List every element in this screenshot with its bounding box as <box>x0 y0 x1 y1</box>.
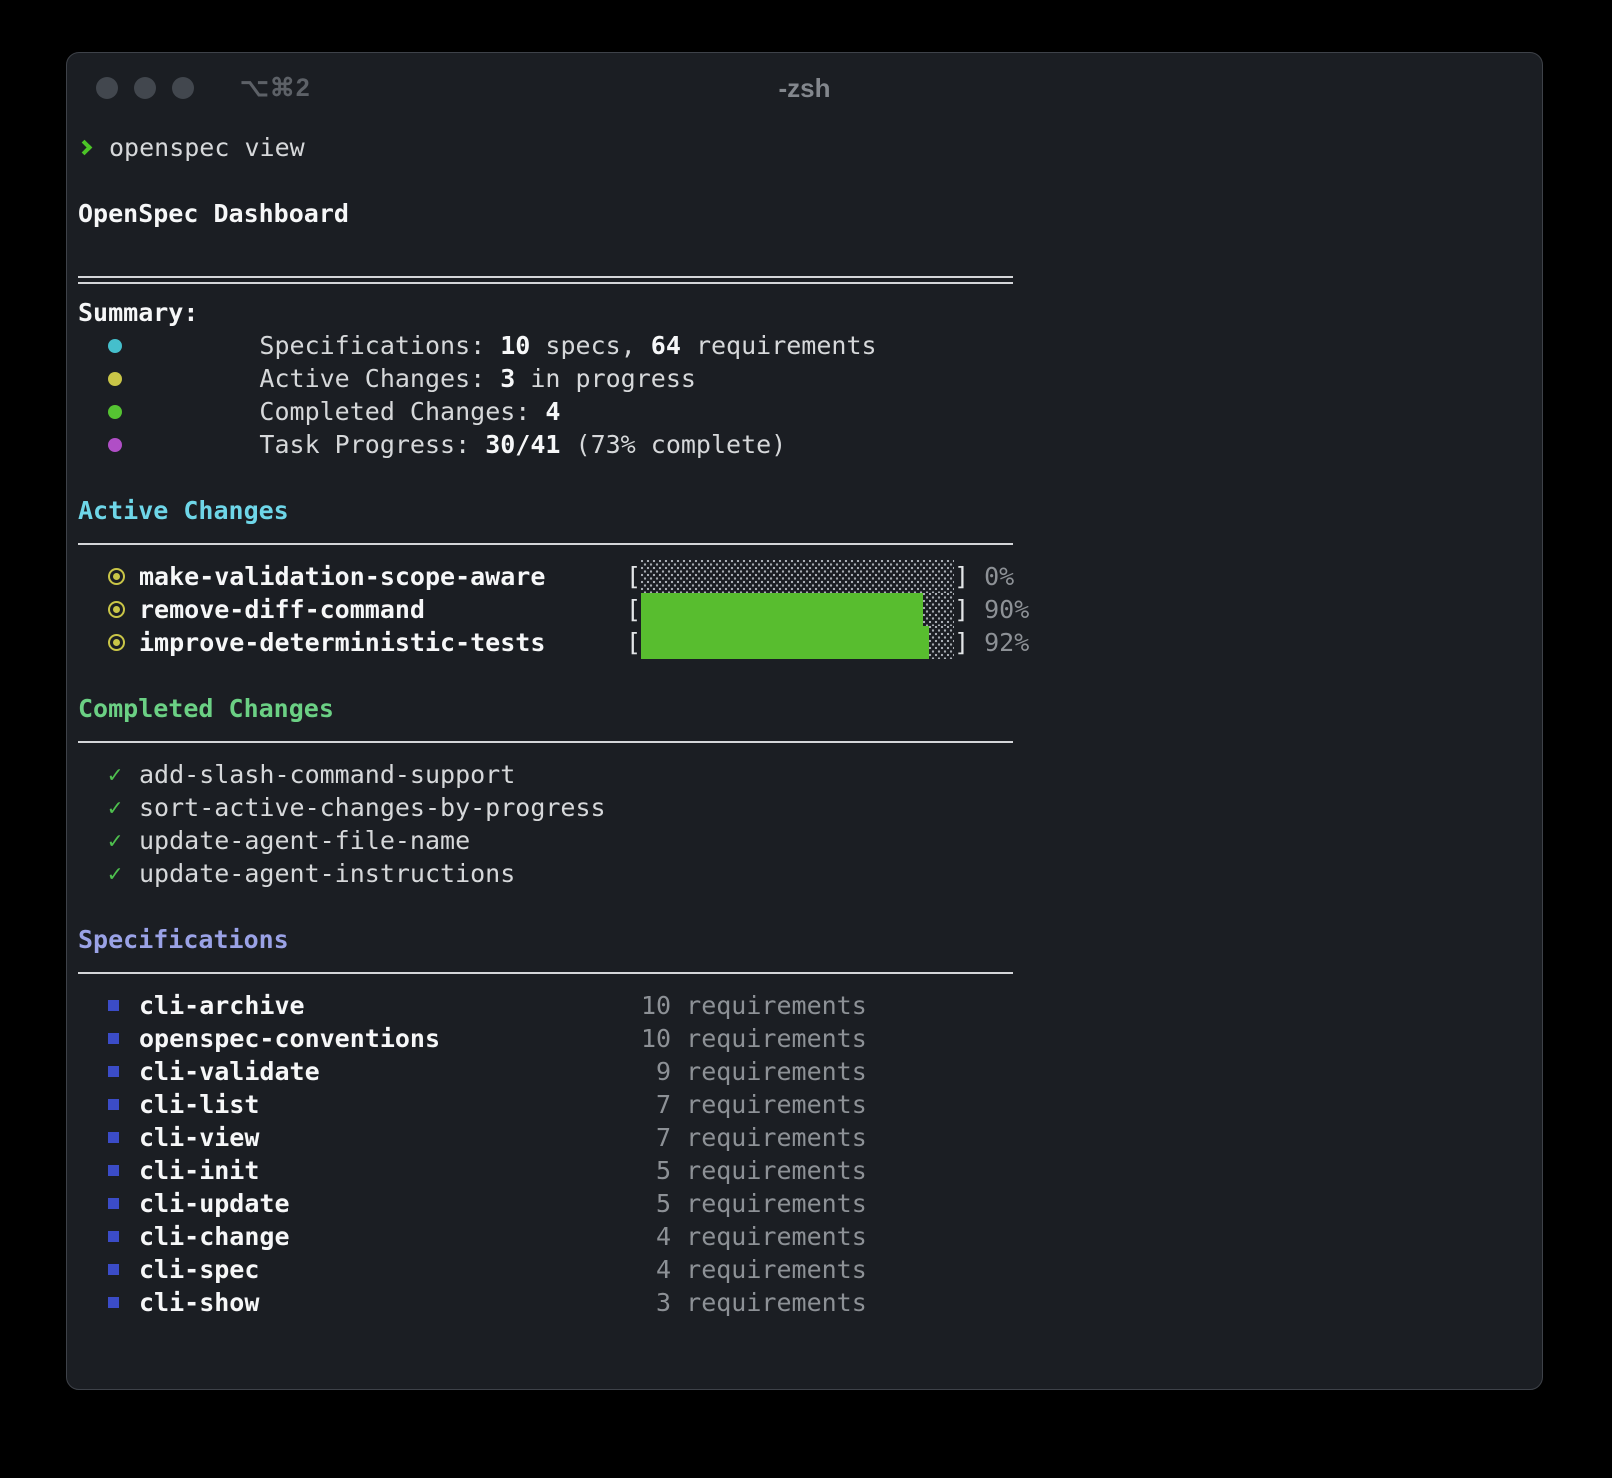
progress-percent: 90% <box>969 595 1029 624</box>
spec-requirement-count: 4 requirements <box>641 1255 867 1284</box>
green-circle-icon <box>108 405 122 419</box>
spec-requirement-count: 3 requirements <box>641 1288 867 1317</box>
section-divider <box>78 741 1013 743</box>
progress-bar-fill <box>641 626 929 659</box>
spec-row: cli-archive 10 requirements <box>78 989 1542 1022</box>
change-name: make-validation-scope-aware <box>139 562 626 591</box>
bar-close-bracket: ] <box>954 595 969 624</box>
spec-requirement-count: 10 requirements <box>641 1024 867 1053</box>
terminal-window: ⌥⌘2 -zsh openspec view OpenSpec Dashboar… <box>66 52 1543 1390</box>
summary-item-task-progress: Task Progress: 30/41 (73% complete) <box>78 428 1542 461</box>
blue-square-icon <box>108 1066 119 1077</box>
magenta-circle-icon <box>108 438 122 452</box>
spec-name: cli-spec <box>139 1255 641 1284</box>
spec-requirement-count: 9 requirements <box>641 1057 867 1086</box>
spec-row: cli-update 5 requirements <box>78 1187 1542 1220</box>
blue-square-icon <box>108 1297 119 1308</box>
spec-row: cli-view 7 requirements <box>78 1121 1542 1154</box>
blue-square-icon <box>108 1231 119 1242</box>
spec-row: cli-show 3 requirements <box>78 1286 1542 1319</box>
spec-row: cli-list 7 requirements <box>78 1088 1542 1121</box>
bar-close-bracket: ] <box>954 628 969 657</box>
progress-bar-fill <box>641 593 923 626</box>
ring-bullet-icon <box>108 634 125 651</box>
ring-bullet-icon <box>108 601 125 618</box>
spec-name: openspec-conventions <box>139 1024 641 1053</box>
completed-change-row: ✓ update-agent-instructions <box>78 857 1542 890</box>
completed-change-name: update-agent-file-name <box>139 826 470 855</box>
progress-bar <box>641 626 954 659</box>
spec-row: cli-spec 4 requirements <box>78 1253 1542 1286</box>
spec-name: cli-show <box>139 1288 641 1317</box>
bar-open-bracket: [ <box>626 595 641 624</box>
spec-name: cli-archive <box>139 991 641 1020</box>
cyan-circle-icon <box>108 339 122 353</box>
checkmark-icon: ✓ <box>108 861 122 887</box>
bar-open-bracket: [ <box>626 628 641 657</box>
active-change-row: improve-deterministic-tests [ ] 92% <box>78 626 1542 659</box>
prompt-line: openspec view <box>78 131 1542 164</box>
spec-requirement-count: 7 requirements <box>641 1123 867 1152</box>
spec-row: openspec-conventions 10 requirements <box>78 1022 1542 1055</box>
bar-open-bracket: [ <box>626 562 641 591</box>
active-change-row: make-validation-scope-aware [ ] 0% <box>78 560 1542 593</box>
section-divider <box>78 972 1013 974</box>
active-changes-heading: Active Changes <box>78 496 289 525</box>
progress-bar <box>641 593 954 626</box>
active-change-row: remove-diff-command [ ] 90% <box>78 593 1542 626</box>
completed-change-name: update-agent-instructions <box>139 859 515 888</box>
blue-square-icon <box>108 1132 119 1143</box>
checkmark-icon: ✓ <box>108 828 122 854</box>
spec-requirement-count: 5 requirements <box>641 1189 867 1218</box>
spec-name: cli-update <box>139 1189 641 1218</box>
completed-change-row: ✓ sort-active-changes-by-progress <box>78 791 1542 824</box>
summary-text: requirements <box>681 331 877 360</box>
change-name: remove-diff-command <box>139 595 626 624</box>
completed-change-row: ✓ update-agent-file-name <box>78 824 1542 857</box>
spec-name: cli-init <box>139 1156 641 1185</box>
progress-percent: 0% <box>969 562 1014 591</box>
command-text: openspec view <box>109 133 305 162</box>
progress-bar <box>641 560 954 593</box>
completed-changes-heading: Completed Changes <box>78 694 334 723</box>
spec-name: cli-change <box>139 1222 641 1251</box>
blue-square-icon <box>108 1000 119 1011</box>
completed-change-row: ✓ add-slash-command-support <box>78 758 1542 791</box>
summary-text: (73% complete) <box>560 430 786 459</box>
spec-requirement-count: 7 requirements <box>641 1090 867 1119</box>
double-rule-divider <box>78 276 1013 284</box>
spec-requirement-count: 5 requirements <box>641 1156 867 1185</box>
blue-square-icon <box>108 1033 119 1044</box>
section-divider <box>78 543 1013 545</box>
progress-percent: 92% <box>969 628 1029 657</box>
spec-name: cli-view <box>139 1123 641 1152</box>
blue-square-icon <box>108 1198 119 1209</box>
spec-row: cli-init 5 requirements <box>78 1154 1542 1187</box>
blue-square-icon <box>108 1099 119 1110</box>
completed-change-name: sort-active-changes-by-progress <box>139 793 606 822</box>
spec-name: cli-list <box>139 1090 641 1119</box>
spec-requirement-count: 10 requirements <box>641 991 867 1020</box>
blue-square-icon <box>108 1165 119 1176</box>
spec-requirement-count: 4 requirements <box>641 1222 867 1251</box>
checkmark-icon: ✓ <box>108 762 122 788</box>
specifications-heading: Specifications <box>78 925 289 954</box>
bar-close-bracket: ] <box>954 562 969 591</box>
change-name: improve-deterministic-tests <box>139 628 626 657</box>
ring-bullet-icon <box>108 568 125 585</box>
window-title: -zsh <box>67 73 1542 104</box>
checkmark-icon: ✓ <box>108 795 122 821</box>
page-title: OpenSpec Dashboard <box>78 199 349 228</box>
spec-name: cli-validate <box>139 1057 641 1086</box>
prompt-chevron-icon <box>77 140 93 156</box>
spec-row: cli-change 4 requirements <box>78 1220 1542 1253</box>
yellow-circle-icon <box>108 372 122 386</box>
terminal-content: openspec view OpenSpec Dashboard Summary… <box>67 123 1542 1319</box>
completed-change-name: add-slash-command-support <box>139 760 515 789</box>
summary-text: Task Progress: <box>259 430 485 459</box>
spec-row: cli-validate 9 requirements <box>78 1055 1542 1088</box>
summary-value: 30/41 <box>485 430 560 459</box>
blue-square-icon <box>108 1264 119 1275</box>
title-bar: ⌥⌘2 -zsh <box>67 53 1542 123</box>
